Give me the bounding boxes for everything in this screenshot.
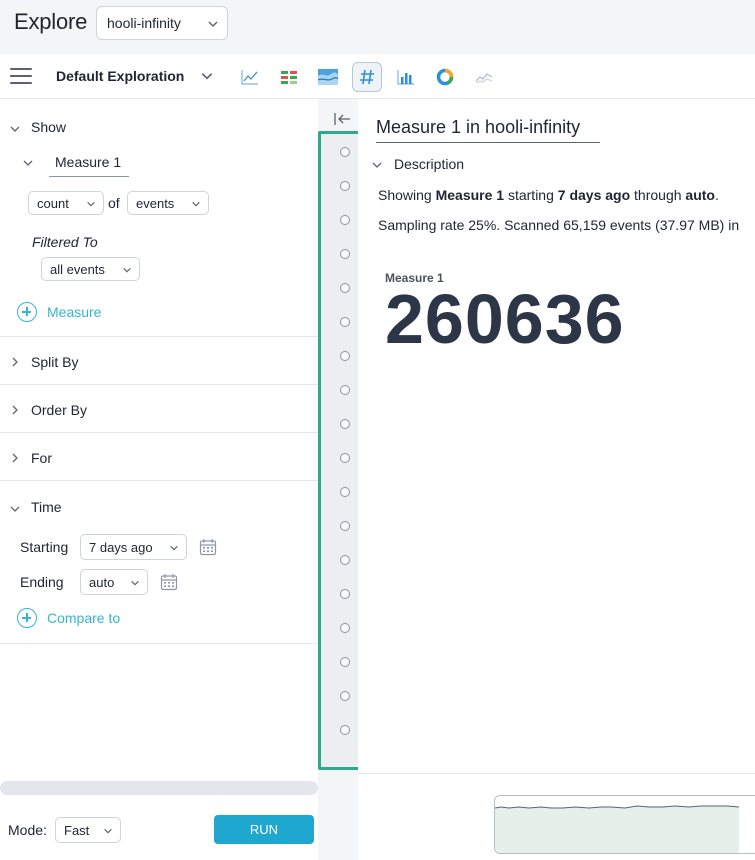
ending-value: auto	[89, 575, 115, 590]
show-section-label[interactable]: Show	[31, 119, 66, 135]
filter-value: all events	[50, 262, 105, 277]
bar-chart-icon[interactable]	[391, 62, 421, 92]
chevron-down-icon	[123, 267, 131, 273]
chevron-down-icon	[131, 580, 139, 586]
sparkline-icon[interactable]	[469, 62, 499, 92]
compare-to-icon[interactable]	[17, 608, 37, 628]
ending-label: Ending	[20, 574, 64, 590]
exploration-toolbar: Default Exploration	[0, 54, 755, 99]
history-step-dot[interactable]	[340, 623, 350, 633]
chevron-right-icon	[12, 357, 18, 367]
dataset-select-value: hooli-infinity	[107, 15, 181, 31]
history-step-dot[interactable]	[340, 453, 350, 463]
split-by-label: Split By	[31, 354, 79, 370]
history-step-dot[interactable]	[340, 147, 350, 157]
timeline-area	[358, 773, 755, 860]
history-step-dot[interactable]	[340, 351, 350, 361]
chevron-down-icon[interactable]	[9, 123, 21, 135]
field-value: events	[136, 196, 175, 211]
collapse-panel-icon[interactable]	[333, 111, 353, 127]
time-section-label[interactable]: Time	[31, 499, 62, 515]
description-summary: Showing Measure 1 starting 7 days ago th…	[378, 187, 719, 203]
of-label: of	[108, 195, 120, 211]
compare-to-button[interactable]: Compare to	[47, 610, 120, 626]
history-step-dot[interactable]	[340, 487, 350, 497]
horizontal-scrollbar[interactable]	[0, 781, 318, 795]
query-builder-panel: Show Measure 1 count of events Filtered …	[0, 99, 318, 860]
history-step-dot[interactable]	[340, 283, 350, 293]
history-step-dot[interactable]	[340, 521, 350, 531]
show-section-divider	[0, 289, 318, 337]
heatmap-icon[interactable]	[274, 62, 304, 92]
history-step-dot[interactable]	[340, 215, 350, 225]
field-select[interactable]: events	[127, 191, 209, 215]
calendar-icon[interactable]	[199, 538, 217, 556]
chevron-down-icon[interactable]	[9, 503, 21, 515]
order-by-label: Order By	[31, 402, 88, 418]
menu-icon[interactable]	[10, 68, 32, 84]
measure-name-input[interactable]: Measure 1	[49, 151, 129, 177]
number-icon[interactable]	[352, 62, 382, 92]
history-step-dot[interactable]	[340, 249, 350, 259]
for-section[interactable]: For	[0, 433, 318, 481]
results-pane: Measure 1 in hooli-infinity Description …	[358, 99, 755, 860]
query-title[interactable]: Measure 1 in hooli-infinity	[376, 117, 600, 143]
mode-value: Fast	[64, 823, 90, 838]
sampling-info: Sampling rate 25%. Scanned 65,159 events…	[378, 217, 740, 233]
filter-select[interactable]: all events	[41, 257, 140, 281]
time-section-divider	[0, 643, 318, 644]
chevron-right-icon	[12, 453, 18, 463]
history-step-dot[interactable]	[340, 555, 350, 565]
mode-label: Mode:	[8, 822, 47, 838]
top-bar: Explore hooli-infinity	[0, 0, 755, 54]
result-value: 260636	[385, 280, 625, 358]
history-step-dot[interactable]	[340, 725, 350, 735]
chevron-down-icon[interactable]	[22, 157, 34, 169]
donut-icon[interactable]	[430, 62, 460, 92]
chevron-down-icon	[104, 828, 112, 834]
run-button[interactable]: RUN	[214, 815, 314, 844]
split-by-section[interactable]: Split By	[0, 337, 318, 385]
run-bar: Mode: Fast RUN	[0, 795, 318, 860]
history-step-dot[interactable]	[340, 589, 350, 599]
page-title: Explore	[14, 9, 88, 34]
aggregation-select[interactable]: count	[28, 191, 104, 215]
chevron-down-icon	[87, 201, 95, 207]
dataset-select[interactable]: hooli-infinity	[96, 6, 228, 40]
starting-select[interactable]: 7 days ago	[80, 534, 187, 560]
exploration-name[interactable]: Default Exploration	[56, 68, 184, 84]
chevron-right-icon	[12, 405, 18, 415]
chevron-down-icon[interactable]	[371, 159, 383, 171]
description-toggle[interactable]: Description	[394, 156, 464, 172]
timeline-minichart[interactable]	[494, 795, 755, 854]
stacked-area-icon[interactable]	[313, 62, 343, 92]
history-step-dot[interactable]	[340, 181, 350, 191]
timeline-sparkline	[495, 805, 740, 853]
filtered-to-label: Filtered To	[32, 234, 98, 250]
chevron-down-icon[interactable]	[200, 69, 214, 83]
aggregation-value: count	[37, 196, 69, 211]
starting-label: Starting	[20, 539, 69, 555]
for-label: For	[31, 450, 52, 466]
chevron-down-icon	[192, 201, 200, 207]
chevron-down-icon	[170, 545, 178, 551]
history-step-dot[interactable]	[340, 691, 350, 701]
ending-select[interactable]: auto	[80, 569, 148, 595]
mode-select[interactable]: Fast	[55, 817, 121, 843]
order-by-section[interactable]: Order By	[0, 385, 318, 433]
history-step-dot[interactable]	[340, 657, 350, 667]
calendar-icon[interactable]	[160, 573, 178, 591]
starting-value: 7 days ago	[89, 540, 153, 555]
chevron-down-icon	[208, 21, 218, 27]
history-step-dot[interactable]	[340, 317, 350, 327]
history-step-dot[interactable]	[340, 385, 350, 395]
history-step-dot[interactable]	[340, 419, 350, 429]
line-chart-icon[interactable]	[235, 62, 265, 92]
